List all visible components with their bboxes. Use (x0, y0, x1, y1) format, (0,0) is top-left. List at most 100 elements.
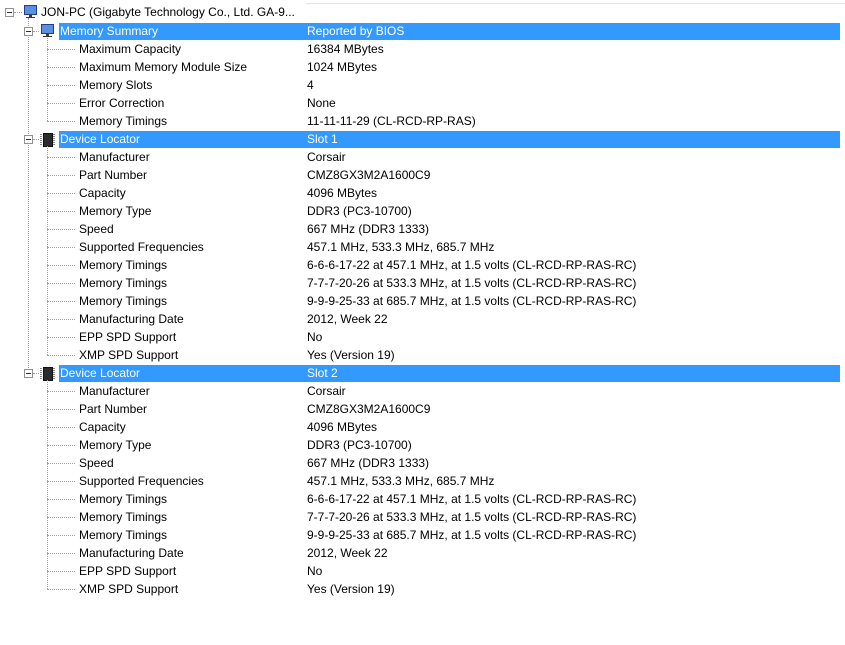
device-locator-value: Slot 1 (307, 132, 338, 146)
property-value: DDR3 (PC3-10700) (307, 204, 412, 218)
property-label: Memory Timings (79, 114, 168, 128)
tree-connector (47, 553, 75, 554)
property-label: Memory Timings (79, 276, 168, 290)
property-label: Memory Timings (79, 492, 168, 506)
tree-connector (47, 121, 75, 122)
device-locator-label: Device Locator (60, 132, 141, 146)
list-item[interactable]: Supported Frequencies 457.1 MHz, 533.3 M… (79, 472, 779, 490)
list-item[interactable]: Memory Type DDR3 (PC3-10700) (79, 436, 779, 454)
memory-summary-node[interactable]: Memory Summary Reported by BIOS (59, 23, 840, 40)
column-divider (306, 3, 845, 4)
tree-connector (47, 229, 75, 230)
tree-connector (47, 589, 75, 590)
list-item[interactable]: Memory Timings 7-7-7-20-26 at 533.3 MHz,… (79, 508, 779, 526)
list-item[interactable]: Capacity 4096 MBytes (79, 418, 779, 436)
tree-connector (47, 445, 75, 446)
tree-connector (47, 85, 75, 86)
tree-connector (47, 355, 75, 356)
list-item[interactable]: Capacity 4096 MBytes (79, 184, 779, 202)
tree-connector (47, 409, 75, 410)
tree-connector (47, 481, 75, 482)
memory-chip-icon (40, 366, 55, 381)
tree-connector (47, 193, 75, 194)
memory-tree-view[interactable]: JON-PC (Gigabyte Technology Co., Ltd. GA… (0, 0, 845, 645)
root-node-label[interactable]: JON-PC (Gigabyte Technology Co., Ltd. GA… (41, 3, 295, 21)
list-item[interactable]: Manufacturing Date 2012, Week 22 (79, 310, 779, 328)
property-label: Manufacturing Date (79, 546, 184, 560)
root-collapse-toggle[interactable] (5, 8, 14, 17)
property-value: No (307, 330, 323, 344)
list-item[interactable]: EPP SPD Support No (79, 328, 779, 346)
list-item[interactable]: Memory Slots 4 (79, 76, 779, 94)
device-locator-label: Device Locator (60, 366, 141, 380)
property-label: Capacity (79, 420, 126, 434)
property-label: Memory Timings (79, 294, 168, 308)
list-item[interactable]: Manufacturer Corsair (79, 382, 779, 400)
property-value: 667 MHz (DDR3 1333) (307, 456, 430, 470)
property-label: Manufacturer (79, 384, 150, 398)
tree-connector (47, 535, 75, 536)
property-label: Manufacturer (79, 150, 150, 164)
tree-connector (47, 517, 75, 518)
list-item[interactable]: Part Number CMZ8GX3M2A1600C9 (79, 166, 779, 184)
list-item[interactable]: Memory Type DDR3 (PC3-10700) (79, 202, 779, 220)
property-value: 6-6-6-17-22 at 457.1 MHz, at 1.5 volts (… (307, 258, 637, 272)
list-item[interactable]: Memory Timings 9-9-9-25-33 at 685.7 MHz,… (79, 526, 779, 544)
memory-summary-collapse-toggle[interactable] (24, 27, 33, 36)
list-item[interactable]: Maximum Capacity 16384 MBytes (79, 40, 779, 58)
property-label: Memory Type (79, 204, 152, 218)
property-label: Maximum Capacity (79, 42, 182, 56)
list-item[interactable]: Memory Timings 6-6-6-17-22 at 457.1 MHz,… (79, 490, 779, 508)
property-value: None (307, 96, 336, 110)
property-value: 1024 MBytes (307, 60, 378, 74)
property-label: Memory Type (79, 438, 152, 452)
list-item[interactable]: Speed 667 MHz (DDR3 1333) (79, 454, 779, 472)
list-item[interactable]: Memory Timings 6-6-6-17-22 at 457.1 MHz,… (79, 256, 779, 274)
tree-connector (33, 139, 39, 140)
property-value: 6-6-6-17-22 at 457.1 MHz, at 1.5 volts (… (307, 492, 637, 506)
list-item[interactable]: Manufacturing Date 2012, Week 22 (79, 544, 779, 562)
list-item[interactable]: Part Number CMZ8GX3M2A1600C9 (79, 400, 779, 418)
property-label: Maximum Memory Module Size (79, 60, 248, 74)
property-value: 9-9-9-25-33 at 685.7 MHz, at 1.5 volts (… (307, 294, 637, 308)
tree-connector (47, 211, 75, 212)
device-locator-node[interactable]: Device Locator Slot 2 (59, 365, 840, 382)
device-locator-node[interactable]: Device Locator Slot 1 (59, 131, 840, 148)
list-item[interactable]: Memory Timings 9-9-9-25-33 at 685.7 MHz,… (79, 292, 779, 310)
memory-summary-value: Reported by BIOS (307, 24, 405, 38)
property-label: Memory Timings (79, 258, 168, 272)
property-label: Supported Frequencies (79, 474, 204, 488)
slot-1-collapse-toggle[interactable] (24, 135, 33, 144)
property-value: 7-7-7-20-26 at 533.3 MHz, at 1.5 volts (… (307, 510, 637, 524)
memory-summary-label: Memory Summary (60, 24, 159, 38)
list-item[interactable]: Memory Timings 11-11-11-29 (CL-RCD-RP-RA… (79, 112, 779, 130)
property-label: Speed (79, 222, 114, 236)
list-item[interactable]: XMP SPD Support Yes (Version 19) (79, 580, 779, 598)
list-item[interactable]: Memory Timings 7-7-7-20-26 at 533.3 MHz,… (79, 274, 779, 292)
tree-connector (47, 265, 75, 266)
list-item[interactable]: Error Correction None (79, 94, 779, 112)
property-value: Corsair (307, 384, 346, 398)
list-item[interactable]: Supported Frequencies 457.1 MHz, 533.3 M… (79, 238, 779, 256)
tree-connector (47, 38, 48, 121)
slot-2-collapse-toggle[interactable] (24, 369, 33, 378)
property-label: Error Correction (79, 96, 165, 110)
list-item[interactable]: XMP SPD Support Yes (Version 19) (79, 346, 779, 364)
list-item[interactable]: Speed 667 MHz (DDR3 1333) (79, 220, 779, 238)
property-label: Speed (79, 456, 114, 470)
property-value: CMZ8GX3M2A1600C9 (307, 168, 431, 182)
property-value: 457.1 MHz, 533.3 MHz, 685.7 MHz (307, 240, 495, 254)
property-label: EPP SPD Support (79, 330, 177, 344)
list-item[interactable]: Maximum Memory Module Size 1024 MBytes (79, 58, 779, 76)
property-value: CMZ8GX3M2A1600C9 (307, 402, 431, 416)
tree-connector (47, 247, 75, 248)
property-value: 4096 MBytes (307, 186, 378, 200)
tree-connector (47, 49, 75, 50)
tree-connector (47, 103, 75, 104)
tree-connector (47, 67, 75, 68)
tree-connector (47, 319, 75, 320)
list-item[interactable]: EPP SPD Support No (79, 562, 779, 580)
property-value: No (307, 564, 323, 578)
list-item[interactable]: Manufacturer Corsair (79, 148, 779, 166)
property-label: XMP SPD Support (79, 582, 179, 596)
